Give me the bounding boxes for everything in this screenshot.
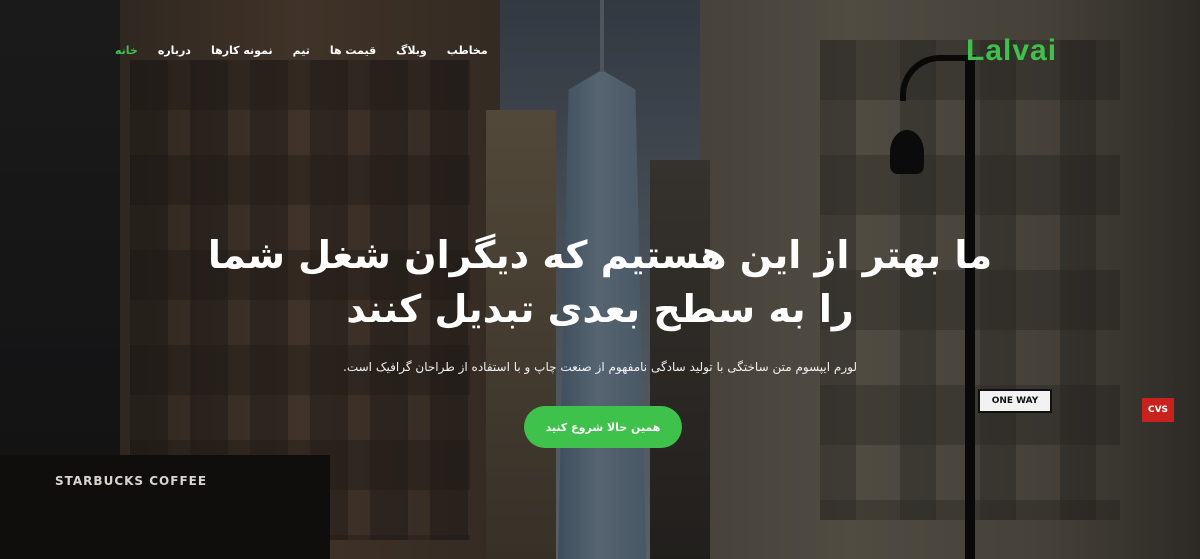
one-way-sign: ONE WAY [978, 389, 1052, 413]
top-navigation: Lalvai خانه درباره نمونه کارها تیم قیمت … [0, 34, 1200, 67]
nav-item-blog[interactable]: وبلاگ [396, 44, 427, 57]
hero-subtitle: لورم ایپسوم متن ساختگی با تولید سادگی نا… [343, 360, 857, 374]
store-sign: STARBUCKS COFFEE [55, 474, 208, 488]
headline-line-2: را به سطح بعدی تبدیل کنند [346, 287, 854, 331]
nav-item-pricing[interactable]: قیمت ها [330, 44, 376, 57]
hero-headline: ما بهتر از این هستیم که دیگران شغل شما ر… [190, 228, 1010, 336]
nav-item-about[interactable]: درباره [158, 44, 191, 57]
nav-item-team[interactable]: تیم [293, 44, 310, 57]
shop-sign: CVS [1142, 398, 1174, 422]
nav-item-home[interactable]: خانه [115, 44, 138, 57]
headline-line-1: ما بهتر از این هستیم که دیگران شغل شما [207, 233, 993, 277]
nav-item-contact[interactable]: مخاطب [447, 44, 488, 57]
nav-menu: خانه درباره نمونه کارها تیم قیمت ها وبلا… [115, 44, 488, 57]
nav-item-portfolio[interactable]: نمونه کارها [211, 44, 273, 57]
brand-logo[interactable]: Lalvai [966, 34, 1057, 68]
get-started-button[interactable]: همین حالا شروع کنید [524, 406, 682, 448]
